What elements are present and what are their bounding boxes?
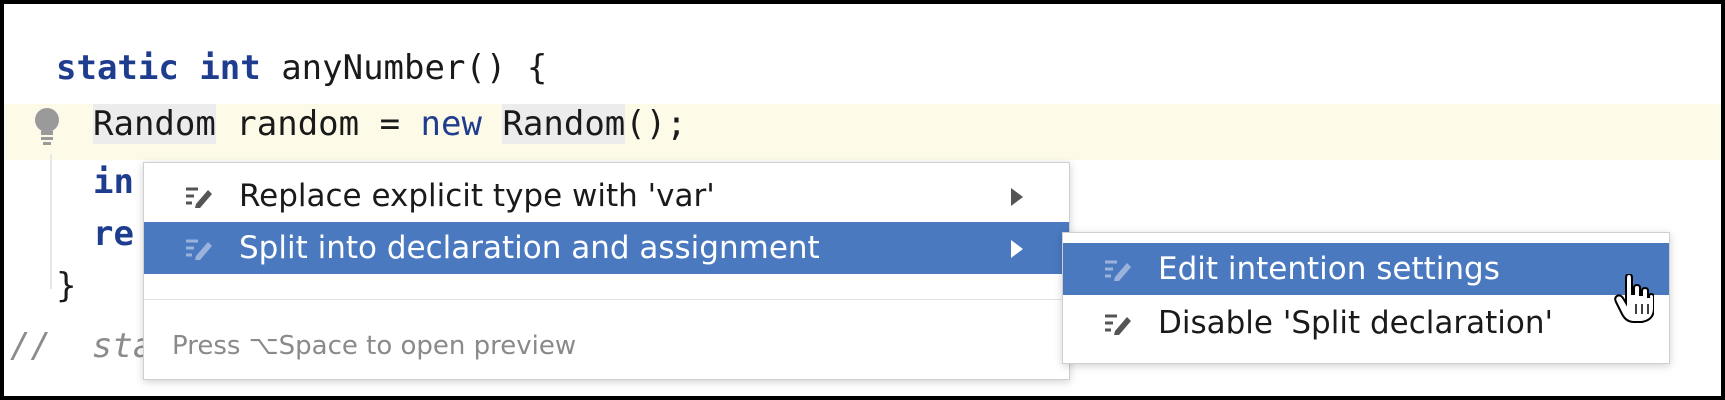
submenu-item-disable-split[interactable]: Disable 'Split declaration' xyxy=(1063,297,1669,349)
edit-intention-icon xyxy=(186,239,212,260)
hand-cursor-icon xyxy=(1614,274,1654,323)
constructor-random: Random xyxy=(502,104,626,144)
screenshot-frame: static int anyNumber() { Random random =… xyxy=(0,0,1725,400)
intention-submenu[interactable]: Edit intention settings Disable 'Split d… xyxy=(1062,232,1670,364)
keyword-int: int xyxy=(199,48,261,88)
edit-intention-icon xyxy=(1105,260,1131,281)
partial-keyword: in xyxy=(93,162,134,202)
code-line-4[interactable]: re xyxy=(93,206,134,262)
menu-item-replace-var[interactable]: Replace explicit type with 'var' xyxy=(144,170,1069,222)
edit-intention-icon xyxy=(186,187,212,208)
submenu-arrow-icon xyxy=(1011,240,1023,258)
method-signature: anyNumber() { xyxy=(260,48,548,88)
closing-brace: } xyxy=(56,266,77,306)
submenu-item-label: Edit intention settings xyxy=(1158,251,1500,287)
preview-hint: Press ⌥Space to open preview xyxy=(172,331,577,361)
statement-end: (); xyxy=(625,104,687,144)
lightbulb-icon[interactable] xyxy=(30,106,64,146)
type-random: Random xyxy=(93,104,216,144)
menu-item-label: Replace explicit type with 'var' xyxy=(239,178,715,214)
code-editor[interactable]: static int anyNumber() { Random random =… xyxy=(4,4,1721,396)
partial-keyword: re xyxy=(93,214,134,254)
code-line-5[interactable]: } xyxy=(56,258,76,314)
code-line-1[interactable]: static int anyNumber() { xyxy=(56,40,547,96)
submenu-item-edit-settings[interactable]: Edit intention settings xyxy=(1063,243,1669,295)
keyword-static: static xyxy=(56,48,179,88)
submenu-arrow-icon xyxy=(1011,188,1023,206)
indent-guide xyxy=(50,154,52,289)
submenu-item-label: Disable 'Split declaration' xyxy=(1158,305,1554,341)
menu-separator xyxy=(144,299,1069,300)
code-line-2[interactable]: Random random = new Random(); xyxy=(93,96,687,152)
variable-declaration: random = xyxy=(215,104,421,144)
menu-item-split-declaration[interactable]: Split into declaration and assignment xyxy=(144,222,1069,274)
edit-intention-icon xyxy=(1105,314,1131,335)
menu-item-label: Split into declaration and assignment xyxy=(239,230,820,266)
intention-actions-popup[interactable]: Replace explicit type with 'var' Split i… xyxy=(143,162,1070,380)
keyword-new: new xyxy=(420,104,482,144)
code-line-3[interactable]: in xyxy=(93,154,134,210)
